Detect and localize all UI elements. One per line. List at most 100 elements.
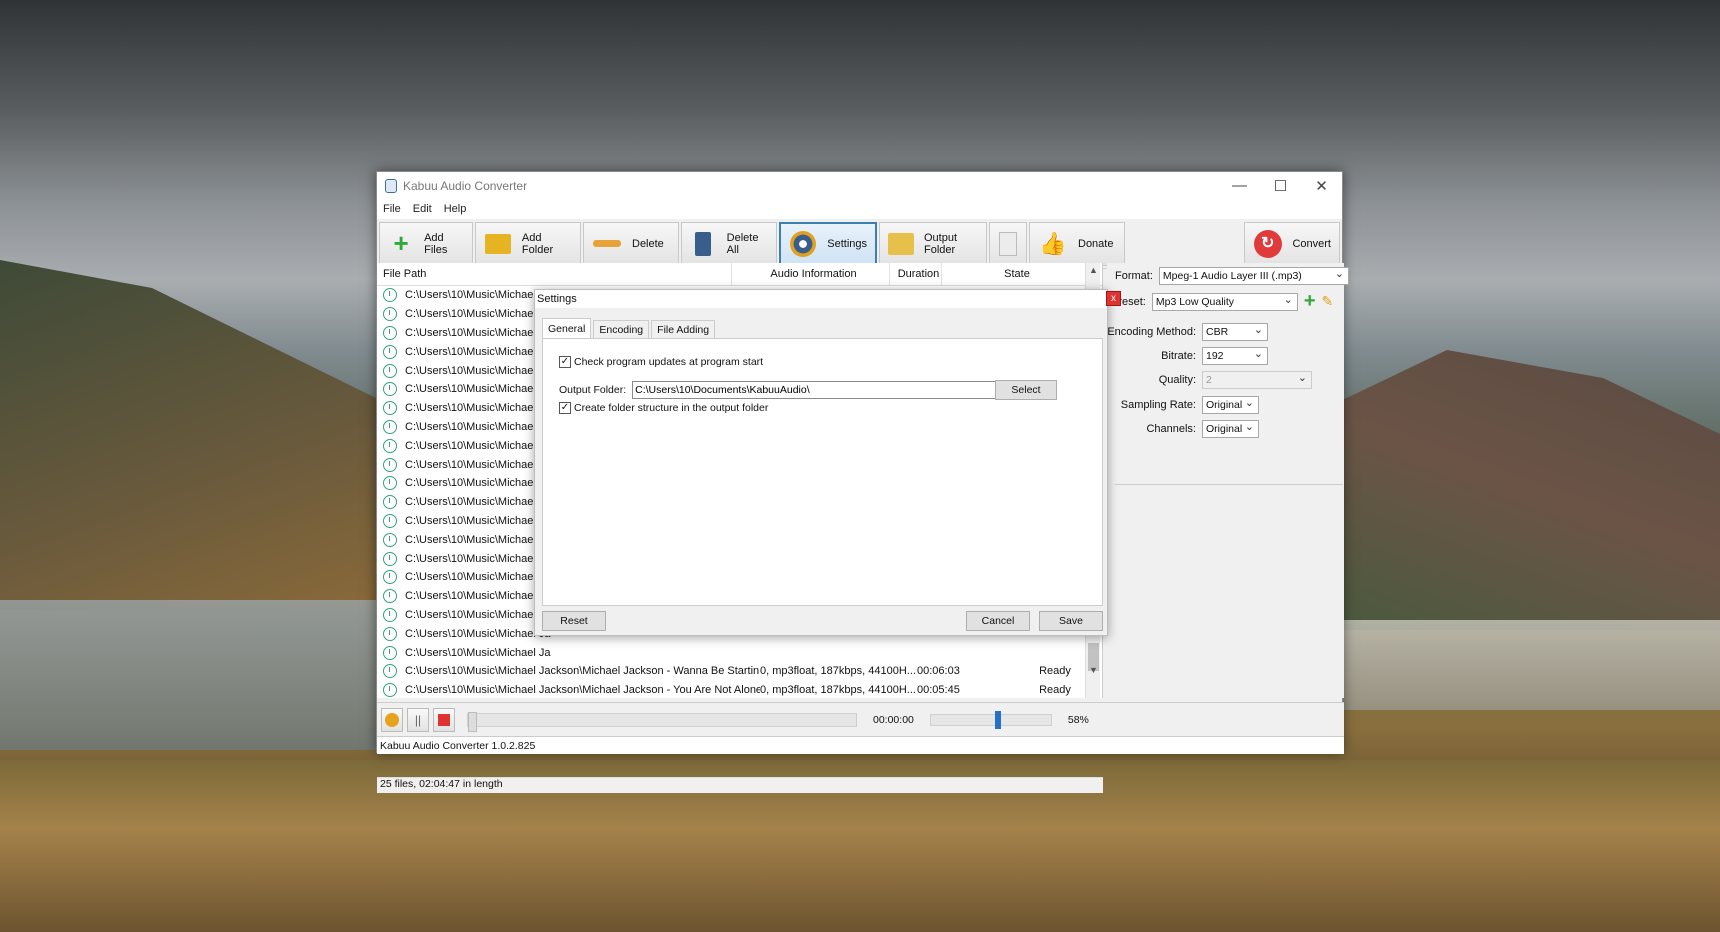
settings-close-button[interactable]: x — [1106, 291, 1121, 306]
scroll-down-arrow[interactable]: ▼ — [1086, 665, 1101, 680]
general-panel: ✓ Check program updates at program start… — [542, 338, 1103, 606]
create-structure-option[interactable]: ✓ Create folder structure in the output … — [559, 402, 768, 414]
add-folder-label: Add Folder — [521, 231, 554, 256]
output-folder-input[interactable] — [632, 381, 1033, 399]
menu-help[interactable]: Help — [444, 203, 467, 215]
menu-file[interactable]: File — [383, 203, 401, 215]
sampling-select[interactable]: Original — [1202, 396, 1259, 414]
volume-knob[interactable] — [994, 710, 1001, 729]
menu-edit[interactable]: Edit — [413, 203, 432, 215]
tab-encoding[interactable]: Encoding — [593, 320, 650, 338]
minimize-button[interactable]: — — [1219, 177, 1260, 195]
preset-select[interactable]: Mp3 Low Quality — [1151, 292, 1298, 311]
clock-icon — [383, 683, 397, 698]
cancel-button[interactable]: Cancel — [966, 611, 1030, 631]
status-bar: Kabuu Audio Converter 1.0.2.825 — [377, 736, 1344, 754]
clock-icon — [383, 626, 397, 641]
format-row: Format: Mpeg-1 Audio Layer III (.mp3) — [1115, 267, 1349, 285]
player-bar: || 00:00:00 58% — [377, 702, 1344, 736]
settings-title-bar[interactable]: Settings — [535, 290, 1107, 308]
format-select[interactable]: Mpeg-1 Audio Layer III (.mp3) — [1158, 267, 1349, 285]
clock-icon — [383, 645, 397, 660]
output-folder-button[interactable]: Output Folder — [879, 221, 987, 266]
duration-cell: 00:06:03 — [917, 665, 960, 678]
add-preset-icon[interactable]: + — [1304, 290, 1316, 313]
donate-button[interactable]: 👍 Donate — [1029, 221, 1125, 266]
pause-button[interactable]: || — [407, 707, 429, 732]
tab-file-adding[interactable]: File Adding — [651, 320, 716, 338]
select-folder-button[interactable]: Select — [995, 380, 1057, 400]
title-bar[interactable]: Kabuu Audio Converter — ☐ ✕ — [377, 172, 1342, 199]
settings-button[interactable]: Settings — [779, 221, 877, 266]
header-file-path[interactable]: File Path — [377, 263, 732, 285]
convert-button[interactable]: ↻ Convert — [1244, 221, 1340, 266]
table-row[interactable]: C:\Users\10\Music\Michael Jackson\Michae… — [377, 662, 1102, 681]
table-row[interactable]: C:\Users\10\Music\Michael Ja — [377, 643, 1102, 662]
background-lake-left — [0, 600, 400, 750]
minus-icon — [592, 229, 622, 259]
channels-label: Channels: — [1146, 423, 1196, 435]
quality-row: Quality: 2 — [1107, 371, 1312, 389]
check-updates-option[interactable]: ✓ Check program updates at program start — [559, 356, 763, 368]
header-state[interactable]: State — [942, 263, 1087, 285]
delete-all-button[interactable]: Delete All — [681, 221, 777, 266]
scroll-up-arrow[interactable]: ▲ — [1086, 265, 1101, 280]
open-folder-icon — [888, 229, 914, 259]
clock-icon — [383, 382, 397, 397]
settings-dialog: Settings x General Encoding File Adding … — [534, 289, 1121, 636]
format-panel: Format: Mpeg-1 Audio Layer III (.mp3) Pr… — [1107, 263, 1349, 698]
clock-icon — [383, 513, 397, 528]
state-cell: Ready — [1039, 684, 1071, 697]
header-audio-info[interactable]: Audio Information — [732, 263, 890, 285]
delete-button[interactable]: Delete — [583, 221, 679, 266]
play-button[interactable] — [381, 707, 403, 732]
header-duration[interactable]: Duration — [890, 263, 942, 285]
edit-preset-icon[interactable]: ✎ — [1322, 293, 1334, 310]
window-title: Kabuu Audio Converter — [403, 178, 528, 193]
add-folder-button[interactable]: Add Folder — [475, 221, 581, 266]
check-updates-checkbox[interactable]: ✓ — [559, 356, 571, 368]
bitrate-row: Bitrate: 192 — [1107, 347, 1268, 365]
clock-icon — [383, 495, 397, 510]
encoding-row: Encoding Method: CBR — [1107, 323, 1268, 341]
clock-icon — [383, 532, 397, 547]
add-files-button[interactable]: + Add Files — [379, 221, 473, 266]
clock-icon — [383, 401, 397, 416]
file-path-cell: C:\Users\10\Music\Michael Ja — [405, 646, 551, 659]
file-list-header: File Path Audio Information Duration Sta… — [377, 263, 1102, 286]
background-hill-left — [0, 260, 380, 610]
clock-icon — [383, 307, 397, 322]
delete-all-label: Delete All — [726, 231, 759, 256]
clock-icon — [383, 344, 397, 359]
table-row[interactable]: C:\Users\10\Music\Michael Jackson\Michae… — [377, 681, 1102, 700]
open-log-button[interactable] — [989, 221, 1027, 266]
maximize-button[interactable]: ☐ — [1260, 177, 1301, 195]
document-icon — [994, 229, 1022, 259]
stop-icon — [438, 713, 450, 726]
reset-button[interactable]: Reset — [542, 611, 606, 631]
channels-select[interactable]: Original — [1202, 420, 1259, 438]
clock-icon — [383, 419, 397, 434]
seek-bar[interactable] — [467, 711, 857, 732]
save-button[interactable]: Save — [1039, 611, 1103, 631]
settings-title: Settings — [537, 293, 577, 305]
convert-label: Convert — [1292, 237, 1331, 250]
play-icon — [385, 712, 399, 727]
encoding-select[interactable]: CBR — [1202, 323, 1268, 341]
clock-icon — [383, 589, 397, 604]
create-structure-checkbox[interactable]: ✓ — [559, 402, 571, 414]
stop-button[interactable] — [433, 707, 455, 732]
sampling-row: Sampling Rate: Original — [1107, 396, 1259, 414]
settings-tabs: General Encoding File Adding — [542, 318, 716, 338]
sampling-label: Sampling Rate: — [1120, 399, 1196, 411]
background-river-right — [1300, 620, 1720, 710]
app-icon — [385, 178, 397, 193]
output-folder-label: Output Folder: — [559, 384, 627, 396]
delete-label: Delete — [632, 237, 664, 250]
tab-general[interactable]: General — [542, 318, 592, 338]
clock-icon — [383, 551, 397, 566]
trash-icon — [690, 229, 717, 259]
close-button[interactable]: ✕ — [1301, 177, 1342, 195]
bitrate-select[interactable]: 192 — [1202, 347, 1268, 365]
volume-slider[interactable] — [929, 710, 1052, 729]
